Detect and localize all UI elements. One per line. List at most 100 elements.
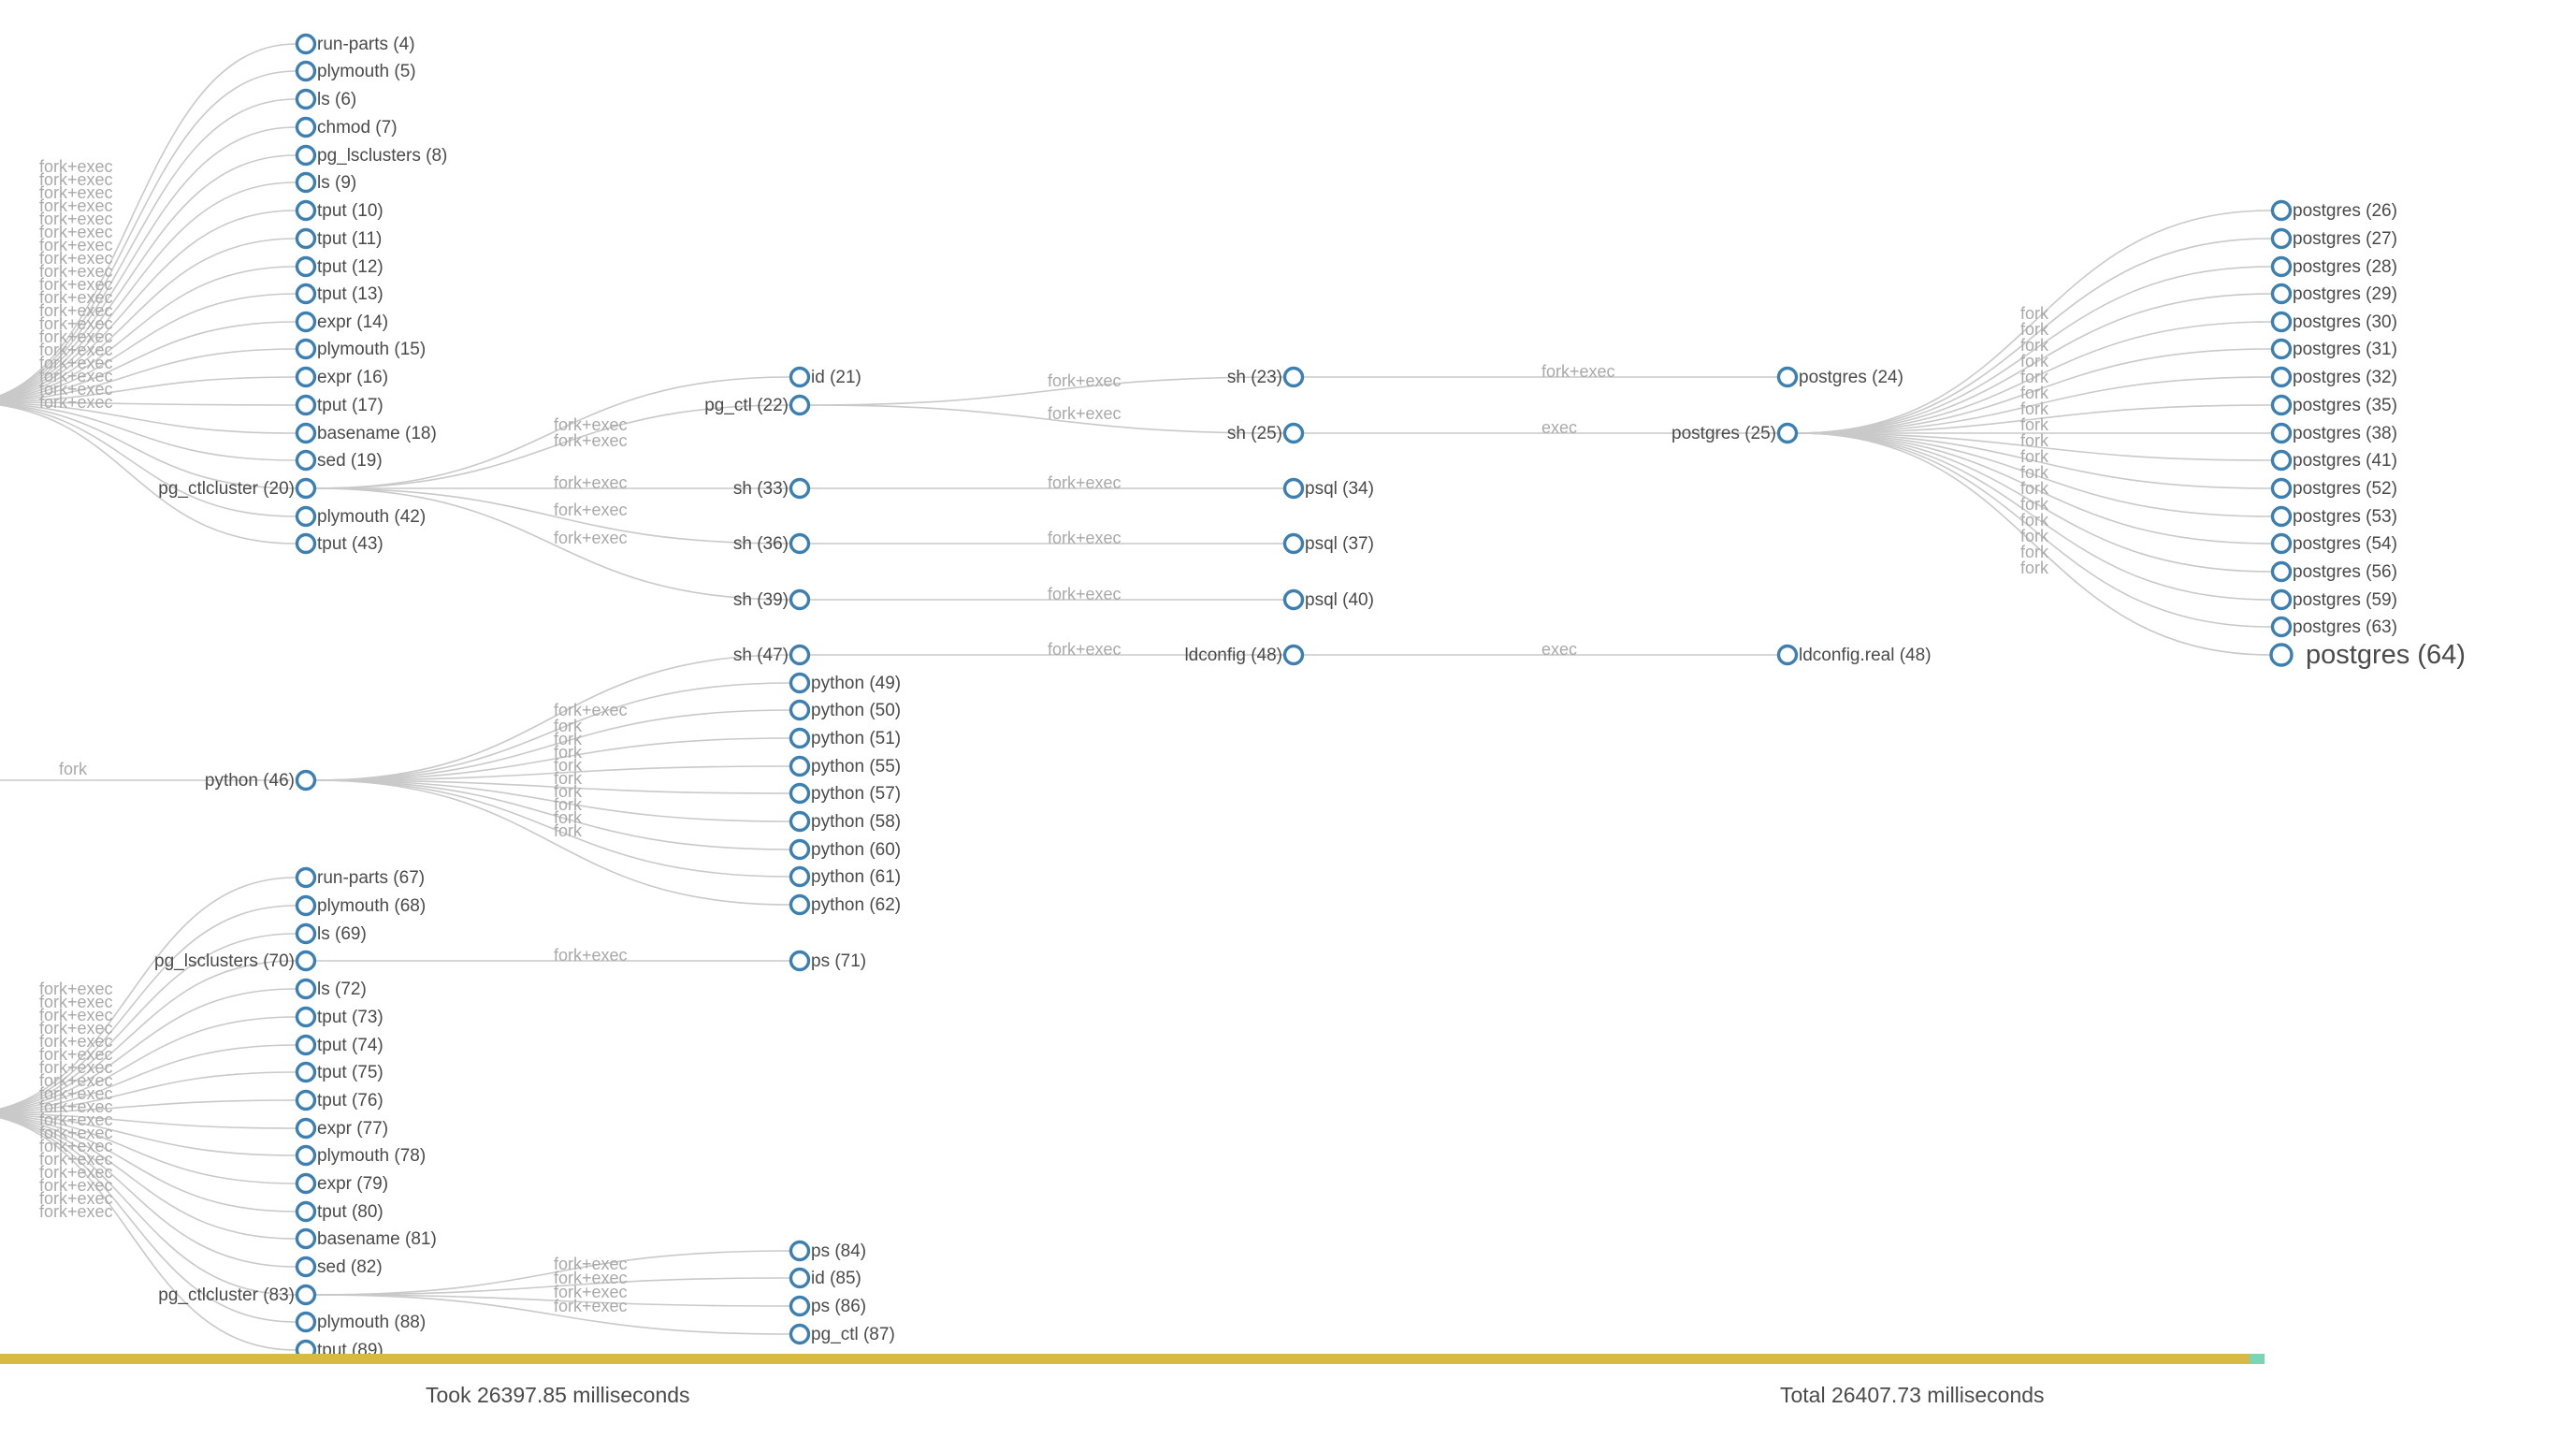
process-node[interactable]: ls (9) <box>295 171 357 194</box>
process-node[interactable]: ps (84) <box>789 1240 867 1262</box>
process-node[interactable]: plymouth (5) <box>295 60 416 82</box>
process-node[interactable]: ldconfig.real (48) <box>1776 644 1932 666</box>
process-node[interactable]: pg_ctl (22) <box>704 394 811 416</box>
process-node[interactable]: sh (36) <box>733 532 811 555</box>
process-node[interactable]: sh (39) <box>733 588 811 611</box>
process-node[interactable]: plymouth (68) <box>295 894 427 917</box>
process-node-circle[interactable] <box>789 1323 811 1345</box>
process-node[interactable]: python (58) <box>789 810 902 833</box>
process-node[interactable]: expr (79) <box>295 1172 389 1195</box>
process-node[interactable]: tput (80) <box>295 1200 384 1223</box>
process-node-circle[interactable] <box>789 644 811 666</box>
process-node-circle[interactable] <box>295 477 317 500</box>
process-node[interactable]: python (55) <box>789 755 902 777</box>
process-node[interactable]: tput (13) <box>295 283 384 305</box>
process-node-circle[interactable] <box>2270 283 2293 305</box>
process-node-circle[interactable] <box>1282 588 1305 611</box>
process-node[interactable]: pg_ctl (87) <box>789 1323 895 1345</box>
process-node[interactable]: ps (71) <box>789 950 867 972</box>
process-node[interactable]: tput (12) <box>295 255 384 278</box>
process-node[interactable]: tput (11) <box>295 227 383 250</box>
process-node-circle[interactable] <box>295 1061 317 1083</box>
process-node[interactable]: pg_ctlcluster (83) <box>158 1284 317 1306</box>
process-node-circle[interactable] <box>789 1267 811 1289</box>
process-node-circle[interactable] <box>789 394 811 416</box>
process-node[interactable]: postgres (54) <box>2270 532 2397 555</box>
process-node[interactable]: postgres (41) <box>2270 449 2397 472</box>
process-node-circle[interactable] <box>789 950 811 972</box>
process-node-circle[interactable] <box>789 893 811 916</box>
process-node[interactable]: expr (77) <box>295 1117 389 1140</box>
process-node-circle[interactable] <box>295 394 317 416</box>
process-node[interactable]: python (51) <box>789 727 902 749</box>
process-node-circle[interactable] <box>1282 422 1305 444</box>
process-node-circle[interactable] <box>2270 616 2293 638</box>
process-node[interactable]: tput (74) <box>295 1034 384 1056</box>
process-node-circle[interactable] <box>789 672 811 694</box>
process-node-circle[interactable] <box>295 1117 317 1140</box>
process-node[interactable]: sh (23) <box>1227 366 1305 388</box>
process-node[interactable]: ps (86) <box>789 1295 867 1317</box>
process-node[interactable]: postgres (28) <box>2270 255 2397 278</box>
process-node-circle[interactable] <box>295 1006 317 1028</box>
process-node-circle[interactable] <box>295 1311 317 1333</box>
process-node[interactable]: python (50) <box>789 699 902 721</box>
process-node-circle[interactable] <box>295 283 317 305</box>
process-node-circle[interactable] <box>295 866 317 889</box>
process-node-circle[interactable] <box>295 922 317 945</box>
process-node[interactable]: python (57) <box>789 782 902 805</box>
process-node-circle[interactable] <box>789 1240 811 1262</box>
process-node-circle[interactable] <box>295 227 317 250</box>
process-node-circle[interactable] <box>295 1089 317 1111</box>
process-node[interactable]: ls (69) <box>295 922 367 945</box>
process-node-circle[interactable] <box>295 366 317 388</box>
process-node-circle[interactable] <box>789 366 811 388</box>
process-node[interactable]: ls (6) <box>295 88 357 110</box>
process-node-circle[interactable] <box>1282 532 1305 555</box>
process-node[interactable]: run-parts (67) <box>295 866 426 889</box>
process-node-circle[interactable] <box>295 116 317 138</box>
process-node[interactable]: id (85) <box>789 1267 861 1289</box>
process-node-circle[interactable] <box>2270 449 2293 472</box>
process-node-circle[interactable] <box>295 255 317 278</box>
process-node[interactable]: psql (37) <box>1282 532 1374 555</box>
process-node[interactable]: id (21) <box>789 366 861 388</box>
process-node-circle[interactable] <box>789 588 811 611</box>
process-node[interactable]: expr (16) <box>295 366 389 388</box>
process-node-circle[interactable] <box>2270 366 2293 388</box>
process-node[interactable]: run-parts (4) <box>295 33 415 55</box>
process-node[interactable]: tput (17) <box>295 394 384 416</box>
process-node-circle[interactable] <box>295 1034 317 1056</box>
process-node[interactable]: postgres (31) <box>2270 338 2397 360</box>
process-node[interactable]: postgres (32) <box>2270 366 2397 388</box>
process-node[interactable]: postgres (63) <box>2270 616 2397 638</box>
process-node-circle[interactable] <box>295 449 317 472</box>
process-node[interactable]: tput (10) <box>295 199 384 222</box>
process-node[interactable]: tput (76) <box>295 1089 384 1111</box>
process-node-circle[interactable] <box>295 33 317 55</box>
process-node-circle[interactable] <box>789 1295 811 1317</box>
process-node[interactable]: postgres (64) <box>2269 640 2466 670</box>
process-node[interactable]: pg_lsclusters (8) <box>295 144 448 167</box>
process-node-circle[interactable] <box>295 894 317 917</box>
process-node-circle[interactable] <box>295 199 317 222</box>
process-node-circle[interactable] <box>295 532 317 555</box>
process-node-circle[interactable] <box>789 532 811 555</box>
process-node-circle[interactable] <box>2270 532 2293 555</box>
process-node[interactable]: postgres (56) <box>2270 560 2397 583</box>
process-node[interactable]: basename (18) <box>295 422 437 444</box>
process-node[interactable]: python (49) <box>789 672 902 694</box>
process-node-circle[interactable] <box>295 88 317 110</box>
process-node[interactable]: tput (75) <box>295 1061 384 1083</box>
process-node[interactable]: python (60) <box>789 838 902 861</box>
process-node-circle[interactable] <box>2270 199 2293 222</box>
process-node[interactable]: chmod (7) <box>295 116 398 138</box>
process-node[interactable]: postgres (27) <box>2270 227 2397 250</box>
process-node-circle[interactable] <box>2270 422 2293 444</box>
process-node[interactable]: sh (47) <box>733 644 811 666</box>
process-node-circle[interactable] <box>2270 227 2293 250</box>
process-node-circle[interactable] <box>295 1200 317 1223</box>
process-node[interactable]: pg_ctlcluster (20) <box>158 477 317 500</box>
process-node[interactable]: plymouth (42) <box>295 505 427 528</box>
process-node-circle[interactable] <box>295 60 317 82</box>
